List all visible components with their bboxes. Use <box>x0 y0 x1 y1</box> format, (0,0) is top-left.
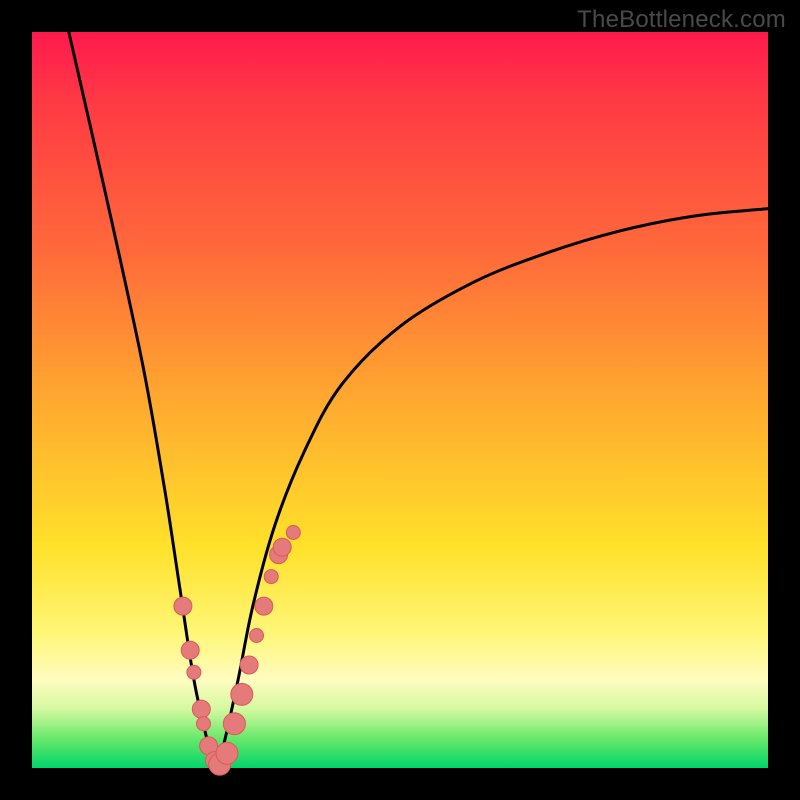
sample-dot <box>192 700 210 718</box>
chart-frame: TheBottleneck.com <box>0 0 800 800</box>
watermark-text: TheBottleneck.com <box>577 6 786 34</box>
sample-dots <box>174 526 300 776</box>
sample-dot <box>240 656 258 674</box>
sample-dot <box>231 683 253 705</box>
sample-dot <box>255 597 273 615</box>
sample-dot <box>264 570 278 584</box>
bottleneck-curve <box>69 32 768 768</box>
bottleneck-curve-path <box>69 32 768 768</box>
sample-dot <box>223 713 245 735</box>
sample-dot <box>216 742 238 764</box>
sample-dot <box>197 717 211 731</box>
sample-dot <box>187 665 201 679</box>
curve-layer <box>32 32 768 768</box>
sample-dot <box>174 597 192 615</box>
sample-dot <box>273 538 291 556</box>
sample-dot <box>286 526 300 540</box>
sample-dot <box>250 629 264 643</box>
sample-dot <box>181 641 199 659</box>
plot-area <box>32 32 768 768</box>
